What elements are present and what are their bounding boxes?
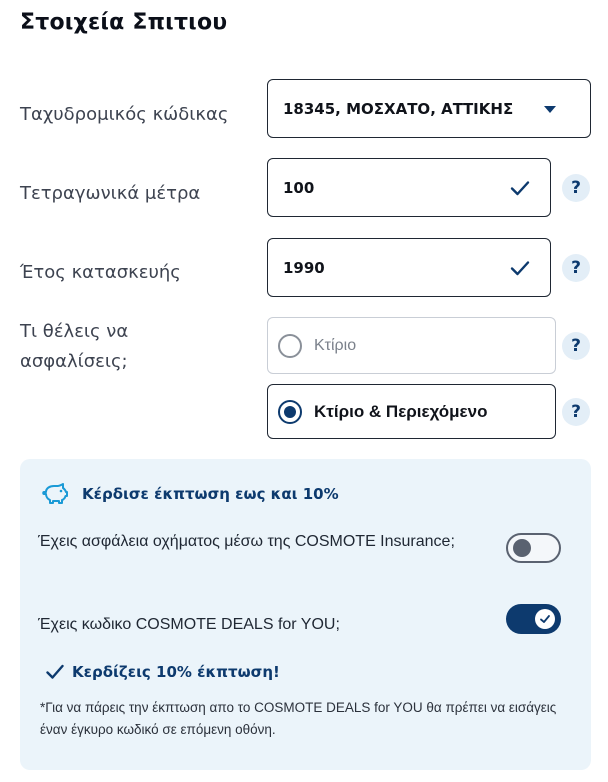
radio-option-label: Κτίριο & Περιεχόμενο [314,401,488,421]
building-and-contents-help-icon[interactable]: ? [562,398,590,426]
square-meters-label: Τετραγωνικά μέτρα [20,183,201,204]
vehicle-insurance-question: Έχεις ασφάλεια οχήματος μέσω της COSMOTE… [38,533,455,550]
postal-code-value: 18345, ΜΟΣΧΑΤΟ, ΑΤΤΙΚΗΣ [283,99,514,118]
radio-circle-unselected [278,333,302,358]
construction-year-field[interactable]: 1990 [267,238,551,297]
discount-success-text: Κερδίζεις 10% έκπτωση! [72,663,280,681]
discount-success: Κερδίζεις 10% έκπτωση! [46,663,280,681]
radio-circle-selected [278,399,302,424]
radio-option-label: Κτίριο [314,336,357,354]
insure-what-label-line1: Τι θέλεις να [20,321,129,342]
discount-panel: Κέρδισε έκπτωση εως και 10% Έχεις ασφάλε… [20,459,591,770]
deals-code-toggle[interactable] [506,604,561,634]
discount-heading-text: Κέρδισε έκπτωση εως και 10% [82,485,339,503]
building-help-icon[interactable]: ? [562,332,590,360]
check-icon [510,260,530,275]
discount-panel-heading: Κέρδισε έκπτωση εως και 10% [42,483,339,505]
square-meters-field[interactable]: 100 [267,158,551,217]
construction-year-help-icon[interactable]: ? [562,254,590,282]
radio-option-building-and-contents[interactable]: Κτίριο & Περιεχόμενο [267,384,556,439]
construction-year-label: Έτος κατασκευής [20,262,181,283]
construction-year-value: 1990 [283,258,325,277]
insure-what-label: Τι θέλεις να ασφαλίσεις; [20,317,128,377]
discount-footnote: *Για να πάρεις την έκπτωση απο το COSMOT… [40,700,557,737]
page-title: Στοιχεία Σπιτιου [20,10,228,35]
vehicle-insurance-toggle[interactable] [506,533,561,563]
square-meters-help-icon[interactable]: ? [562,174,590,202]
square-meters-value: 100 [283,178,315,197]
chevron-down-icon [544,105,556,113]
postal-code-select[interactable]: 18345, ΜΟΣΧΑΤΟ, ΑΤΤΙΚΗΣ [267,79,591,138]
toggle-knob [513,539,531,557]
insure-what-label-line2: ασφαλίσεις; [20,351,128,372]
piggy-bank-icon [42,483,68,504]
check-icon [46,664,64,679]
radio-option-building[interactable]: Κτίριο [267,317,556,374]
check-icon [540,615,550,623]
deals-code-question: Έχεις κωδικο COSMOTE DEALS for YOU; [38,616,340,633]
postal-code-label: Ταχυδρομικός κώδικας [20,104,229,125]
toggle-knob [535,609,555,629]
check-icon [510,180,530,195]
